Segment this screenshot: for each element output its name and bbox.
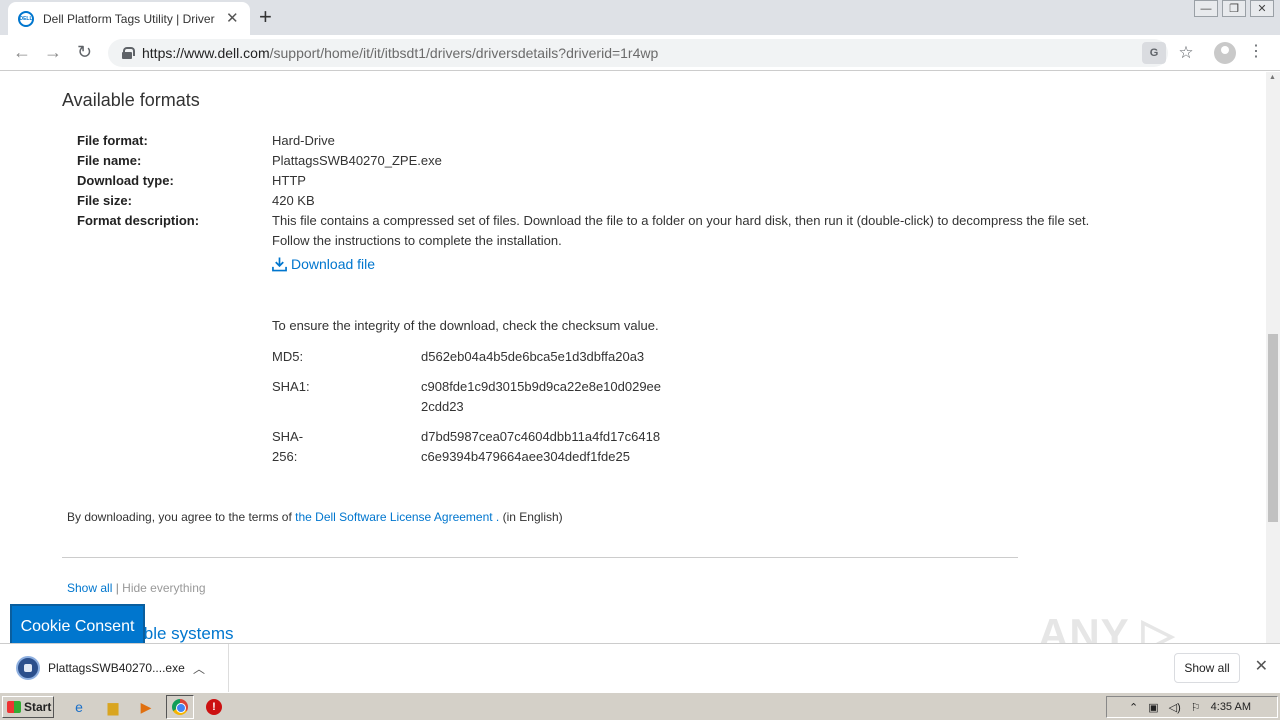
tab-strip: DELL Dell Platform Tags Utility | Driver… — [0, 0, 1280, 35]
address-bar[interactable]: https://www.dell.com/support/home/it/it/… — [108, 39, 1194, 67]
checksum-label: SHA-256: — [272, 429, 304, 464]
system-tray: ⌃ ▣ ◁) ⚐ 4:35 AM — [1106, 696, 1278, 718]
integrity-text: To ensure the integrity of the download,… — [272, 318, 659, 333]
browser-menu-icon[interactable]: ⋮ — [1248, 42, 1264, 62]
detail-label: File size: — [77, 193, 132, 208]
shelf-close-icon[interactable]: ✕ — [1255, 656, 1268, 676]
tray-expand-icon[interactable]: ⌃ — [1129, 701, 1138, 714]
lock-icon — [122, 47, 135, 59]
download-file-name: PlattagsSWB40270....exe — [48, 661, 185, 675]
detail-value: 420 KB — [272, 193, 315, 208]
detail-value: Hard-Drive — [272, 133, 335, 148]
media-player-icon[interactable]: ▶ — [137, 698, 155, 716]
divider — [62, 557, 1018, 558]
windows-flag-icon — [7, 701, 21, 713]
anyrun-watermark: ANY ▷ RUN — [1038, 610, 1175, 643]
detail-value: PlattagsSWB40270_ZPE.exe — [272, 153, 442, 168]
start-button[interactable]: Start — [2, 696, 54, 718]
back-arrow-icon[interactable]: ← — [13, 41, 31, 63]
compatible-systems-heading[interactable]: ible systems — [140, 624, 234, 643]
volume-icon[interactable]: ◁) — [1169, 701, 1181, 714]
minimize-button[interactable]: — — [1194, 0, 1218, 17]
browser-toolbar: ← → ↻ https://www.dell.com/support/home/… — [0, 35, 1280, 71]
bookmark-star-icon[interactable]: ☆ — [1174, 42, 1198, 64]
cookie-consent-button[interactable]: Cookie Consent — [10, 604, 145, 643]
detail-value: HTTP — [272, 173, 306, 188]
license-agreement-link[interactable]: the Dell Software License Agreement . — [295, 510, 499, 524]
page-scrollbar[interactable]: ▲ — [1266, 72, 1280, 643]
expand-collapse-links: Show all | Hide everything — [67, 581, 206, 595]
url-path: /support/home/it/it/itbsdt1/drivers/driv… — [269, 45, 659, 61]
chrome-icon — [172, 699, 188, 715]
chrome-taskbar-button[interactable] — [166, 695, 194, 719]
shelf-show-all-button[interactable]: Show all — [1174, 653, 1240, 683]
checksum-label: MD5: — [272, 349, 304, 364]
translate-icon[interactable]: G — [1142, 42, 1166, 64]
detail-label: Format description: — [77, 213, 200, 228]
download-item[interactable]: PlattagsSWB40270....exe ︿ — [0, 644, 229, 692]
agreement-suffix: (in English) — [502, 510, 563, 524]
checksum-value: d7bd5987cea07c4604dbb11a4fd17c6418 c6e93… — [421, 429, 661, 464]
internet-explorer-icon[interactable]: e — [70, 698, 88, 716]
url-host: https://www.dell.com — [142, 45, 270, 61]
download-shelf: PlattagsSWB40270....exe ︿ Show all ✕ — [0, 643, 1280, 692]
dell-favicon-icon: DELL — [18, 10, 34, 27]
separator: | — [115, 581, 119, 595]
download-link-label: Download file — [291, 256, 376, 272]
profile-avatar-icon[interactable] — [1214, 42, 1236, 64]
network-icon[interactable]: ▣ — [1148, 701, 1158, 714]
detail-label: File name: — [77, 153, 142, 168]
chevron-up-icon[interactable]: ︿ — [193, 660, 205, 677]
close-window-button[interactable]: ✕ — [1250, 0, 1274, 17]
page-content: Available formats File format: Hard-Driv… — [0, 72, 1266, 643]
url-text[interactable]: https://www.dell.com/support/home/it/it/… — [142, 45, 658, 61]
tab-close-icon[interactable]: ✕ — [226, 11, 239, 26]
download-icon — [272, 257, 287, 272]
clock[interactable]: 4:35 AM — [1211, 701, 1251, 713]
detail-value: This file contains a compressed set of f… — [272, 213, 1090, 248]
new-tab-button[interactable]: + — [259, 5, 272, 29]
detail-label: File format: — [77, 133, 148, 148]
license-agreement-text: By downloading, you agree to the terms o… — [67, 510, 563, 524]
scroll-thumb[interactable] — [1268, 334, 1278, 522]
stop-icon: ! — [206, 699, 222, 715]
browser-tab[interactable]: DELL Dell Platform Tags Utility | Driver… — [8, 2, 250, 35]
folder-icon[interactable]: ▆ — [104, 698, 122, 716]
show-all-link[interactable]: Show all — [67, 581, 112, 595]
restore-button[interactable]: ❐ — [1222, 0, 1246, 17]
checksum-value: d562eb04a4b5de6bca5e1d3dbffa20a3 — [421, 349, 645, 364]
agreement-prefix: By downloading, you agree to the terms o… — [67, 510, 292, 524]
checksum-label: SHA1: — [272, 379, 310, 394]
reload-icon[interactable]: ↻ — [77, 41, 92, 63]
window-controls: — ❐ ✕ — [1194, 0, 1274, 17]
section-title: Available formats — [62, 90, 200, 110]
download-file-link[interactable]: Download file — [272, 256, 375, 272]
action-center-flag-icon[interactable]: ⚐ — [1191, 701, 1201, 714]
taskbar: Start e ▆ ▶ ! ⌃ ▣ ◁) ⚐ 4:35 AM — [0, 692, 1280, 720]
hide-everything-link[interactable]: Hide everything — [122, 581, 205, 595]
detail-label: Download type: — [77, 173, 174, 188]
start-label: Start — [24, 700, 52, 714]
installer-file-icon — [16, 656, 40, 680]
stop-sign-taskbar-button[interactable]: ! — [205, 698, 223, 716]
forward-arrow-icon[interactable]: → — [44, 41, 62, 63]
checksum-value: c908fde1c9d3015b9d9ca22e8e10d029ee 2cdd2… — [421, 379, 662, 414]
tab-title: Dell Platform Tags Utility | Driver det — [43, 11, 218, 26]
scroll-up-arrow-icon[interactable]: ▲ — [1269, 74, 1276, 81]
